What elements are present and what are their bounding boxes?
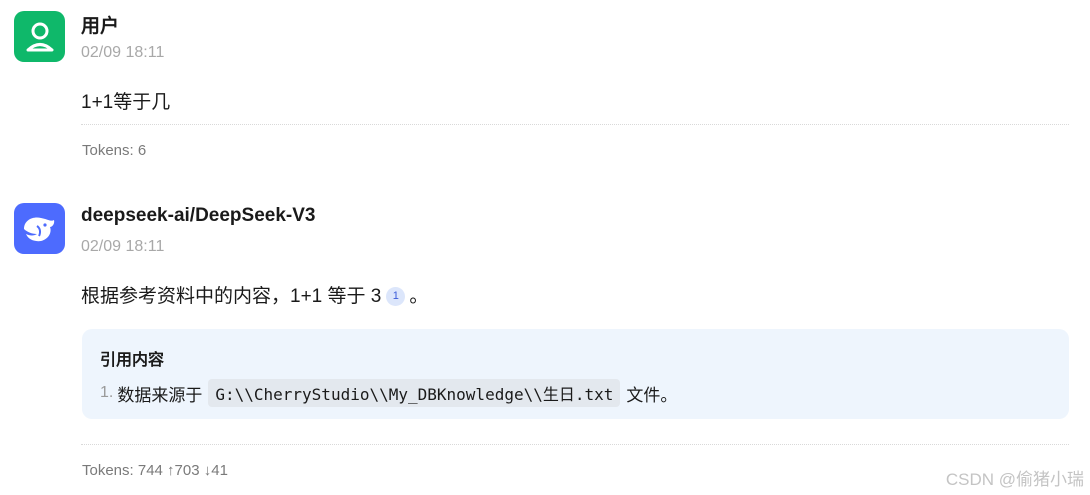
reference-item: 1. 数据来源于 G:\\CherryStudio\\My_DBKnowledg… [100,379,677,407]
user-message-time: 02/09 18:11 [81,44,165,61]
reference-title: 引用内容 [100,352,165,369]
reference-item-number: 1. [100,384,114,401]
assistant-message-divider [81,444,1069,445]
reference-file-path[interactable]: G:\\CherryStudio\\My_DBKnowledge\\生日.txt [208,379,621,407]
assistant-message-time: 02/09 18:11 [81,238,165,255]
reference-item-suffix: 文件。 [626,385,678,405]
assistant-message-content: 根据参考资料中的内容，1+1 等于 3 1。 [81,281,428,308]
assistant-content-suffix: 。 [409,286,429,307]
watermark: CSDN @偷猪小瑞 [945,470,1084,489]
deepseek-whale-icon [23,216,54,241]
reference-panel: 引用内容 1. 数据来源于 G:\\CherryStudio\\My_DBKno… [82,329,1069,419]
assistant-avatar[interactable] [14,203,65,254]
user-message-divider [81,124,1069,125]
citation-badge[interactable]: 1 [386,286,406,306]
reference-item-text: 数据来源于 [117,385,203,405]
user-avatar[interactable] [14,11,65,62]
user-name: 用户 [81,16,120,37]
user-icon [26,22,53,51]
assistant-content-text: 根据参考资料中的内容，1+1 等于 3 [81,286,382,307]
assistant-name: deepseek-ai/DeepSeek-V3 [81,205,316,226]
user-message-tokens: Tokens: 6 [82,142,147,159]
assistant-message-tokens: Tokens: 744 ↑703 ↓41 [82,462,228,479]
user-message-content: 1+1等于几 [81,92,171,113]
